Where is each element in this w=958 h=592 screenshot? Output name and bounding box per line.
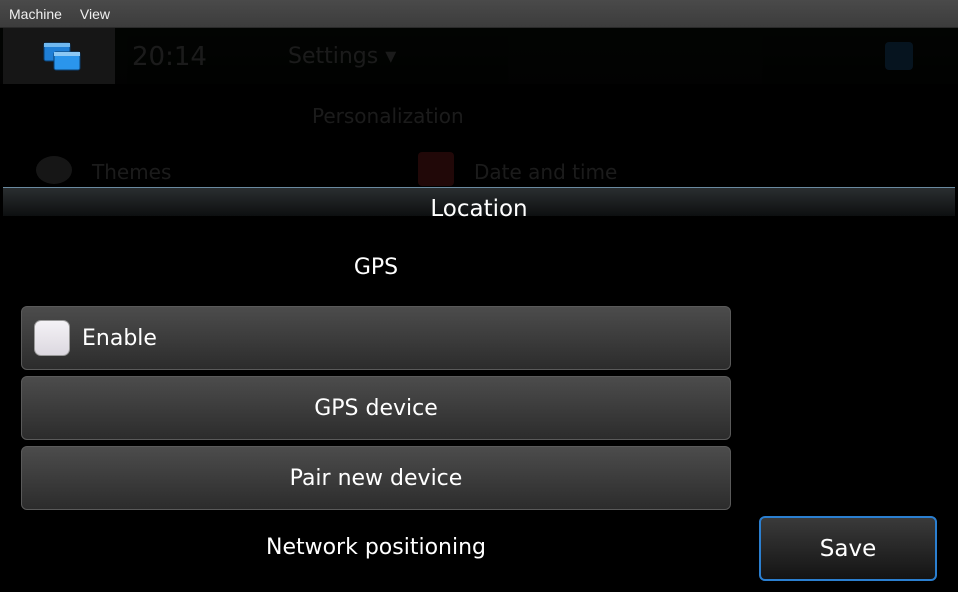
enable-label: Enable: [82, 325, 157, 351]
enable-checkbox[interactable]: [34, 320, 70, 356]
dialog-title: Location: [430, 196, 528, 222]
menu-view[interactable]: View: [71, 6, 119, 22]
background-item-date-time: Date and time: [474, 160, 618, 184]
save-button[interactable]: Save: [759, 516, 937, 581]
background-close-icon: [885, 42, 913, 70]
themes-icon: [36, 156, 72, 184]
menu-bar: Machine View: [0, 0, 958, 28]
device-screen: 20:14 Settings ▾ Personalization Themes …: [0, 28, 958, 592]
background-clock: 20:14: [132, 42, 207, 72]
save-label: Save: [819, 535, 877, 562]
background-item-themes: Themes: [92, 160, 172, 184]
gps-device-label: GPS device: [314, 395, 438, 421]
calendar-icon: [418, 152, 454, 186]
pair-new-device-button[interactable]: Pair new device: [21, 446, 731, 510]
gps-section-label: GPS: [353, 255, 399, 280]
network-positioning-label: Network positioning: [265, 535, 486, 560]
menu-machine[interactable]: Machine: [0, 6, 71, 22]
app-switcher-button[interactable]: [3, 28, 115, 84]
gps-device-button[interactable]: GPS device: [21, 376, 731, 440]
enable-gps-checkbox-row[interactable]: Enable: [21, 306, 731, 370]
windows-icon: [43, 42, 81, 71]
pair-new-device-label: Pair new device: [289, 465, 463, 491]
background-settings-menu: Settings ▾: [288, 44, 397, 69]
background-section-title: Personalization: [312, 104, 464, 128]
